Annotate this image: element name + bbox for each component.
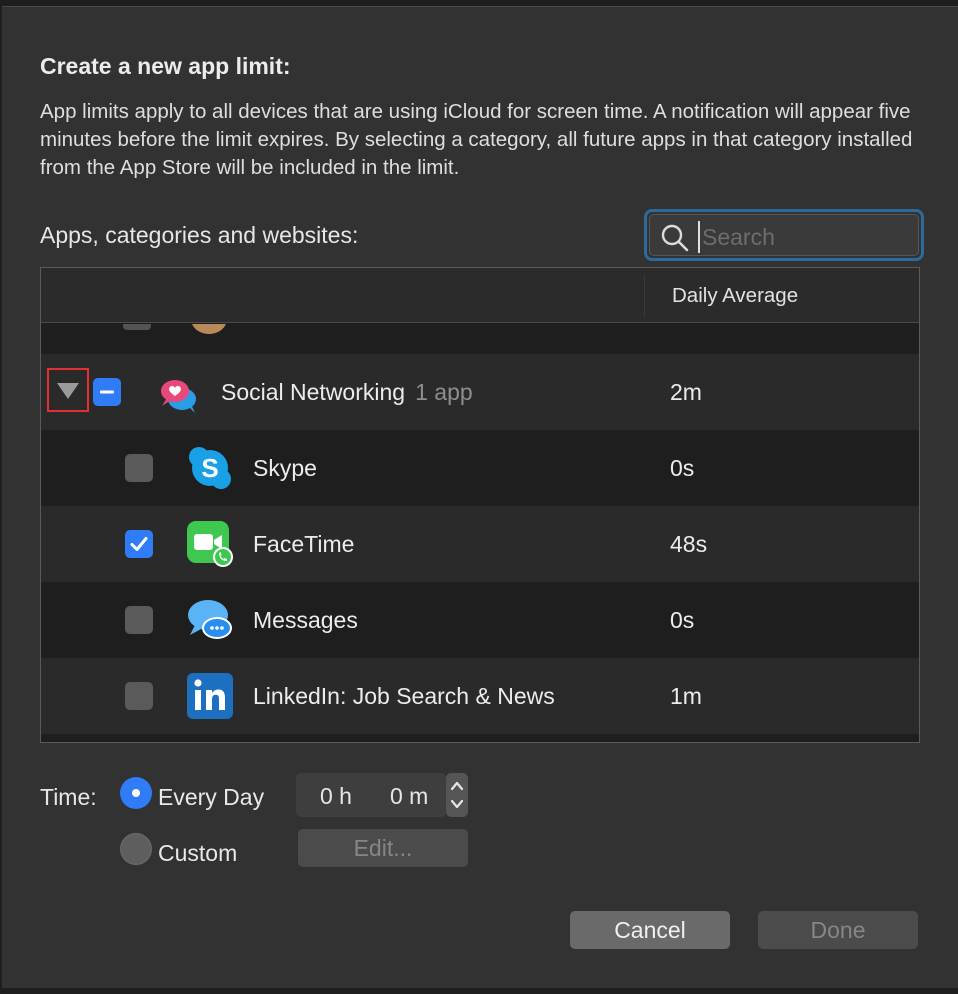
svg-text:S: S	[201, 453, 218, 483]
table-header: Daily Average	[41, 268, 919, 323]
app-limit-dialog: Create a new app limit: App limits apply…	[2, 6, 958, 988]
category-row-social-networking[interactable]: Social Networking 1 app 2m	[41, 354, 919, 430]
partial-checkbox	[123, 324, 151, 330]
skype-icon: S	[189, 447, 231, 489]
minutes-value[interactable]: 0 m	[390, 783, 428, 810]
table-row-linkedin[interactable]: LinkedIn: Job Search & News 1m	[41, 658, 919, 734]
facetime-icon	[187, 521, 233, 567]
app-checkbox-skype[interactable]	[125, 454, 153, 482]
every-day-label[interactable]: Every Day	[158, 784, 264, 811]
apps-table[interactable]: Daily Average Social Networking 1 app 2m…	[40, 267, 920, 743]
dialog-title: Create a new app limit:	[40, 53, 291, 79]
edit-button[interactable]: Edit...	[298, 829, 468, 867]
table-row-skype[interactable]: S Skype 0s	[41, 430, 919, 506]
app-name: Messages	[253, 607, 358, 633]
custom-label[interactable]: Custom	[158, 840, 237, 867]
social-networking-icon	[153, 368, 203, 418]
app-checkbox-facetime[interactable]	[125, 530, 153, 558]
app-checkbox-linkedin[interactable]	[125, 682, 153, 710]
app-name: FaceTime	[253, 531, 355, 557]
table-row-partial	[41, 324, 919, 352]
stepper-arrows-icon	[450, 781, 464, 809]
header-separator	[644, 276, 645, 316]
hours-value[interactable]: 0 h	[320, 783, 352, 810]
custom-radio[interactable]	[120, 833, 152, 865]
category-daily-average: 2m	[670, 379, 702, 405]
app-name: Skype	[253, 455, 317, 481]
partial-app-icon	[191, 324, 227, 334]
minus-icon	[100, 390, 114, 394]
time-stepper-field[interactable]: 0 h 0 m	[296, 773, 446, 817]
category-app-count: 1 app	[415, 379, 473, 405]
table-row-facetime[interactable]: FaceTime 48s	[41, 506, 919, 582]
time-stepper[interactable]	[446, 773, 468, 817]
dialog-description: App limits apply to all devices that are…	[40, 100, 913, 179]
disclosure-triangle-icon[interactable]	[55, 381, 81, 401]
app-daily-average: 1m	[670, 683, 702, 709]
category-name: Social Networking 1 app	[221, 379, 473, 406]
search-field-inner	[649, 214, 919, 256]
search-input[interactable]	[698, 221, 913, 253]
cancel-button[interactable]: Cancel	[570, 911, 730, 949]
column-daily-average[interactable]: Daily Average	[672, 284, 798, 308]
app-name: LinkedIn: Job Search & News	[253, 683, 555, 709]
messages-icon	[188, 600, 232, 639]
app-daily-average: 0s	[670, 607, 695, 633]
app-checkbox-messages[interactable]	[125, 606, 153, 634]
table-row-messages[interactable]: Messages 0s	[41, 582, 919, 658]
category-checkbox[interactable]	[93, 378, 121, 406]
search-field[interactable]	[644, 209, 924, 261]
time-label: Time:	[40, 784, 97, 810]
done-button[interactable]: Done	[758, 911, 918, 949]
app-daily-average: 0s	[670, 455, 695, 481]
every-day-radio[interactable]	[120, 777, 152, 809]
checkmark-icon	[130, 537, 148, 551]
linkedin-icon	[187, 673, 233, 719]
category-label: Social Networking	[221, 379, 406, 405]
list-label: Apps, categories and websites:	[40, 222, 359, 248]
app-daily-average: 48s	[670, 531, 708, 557]
search-icon	[661, 224, 689, 252]
